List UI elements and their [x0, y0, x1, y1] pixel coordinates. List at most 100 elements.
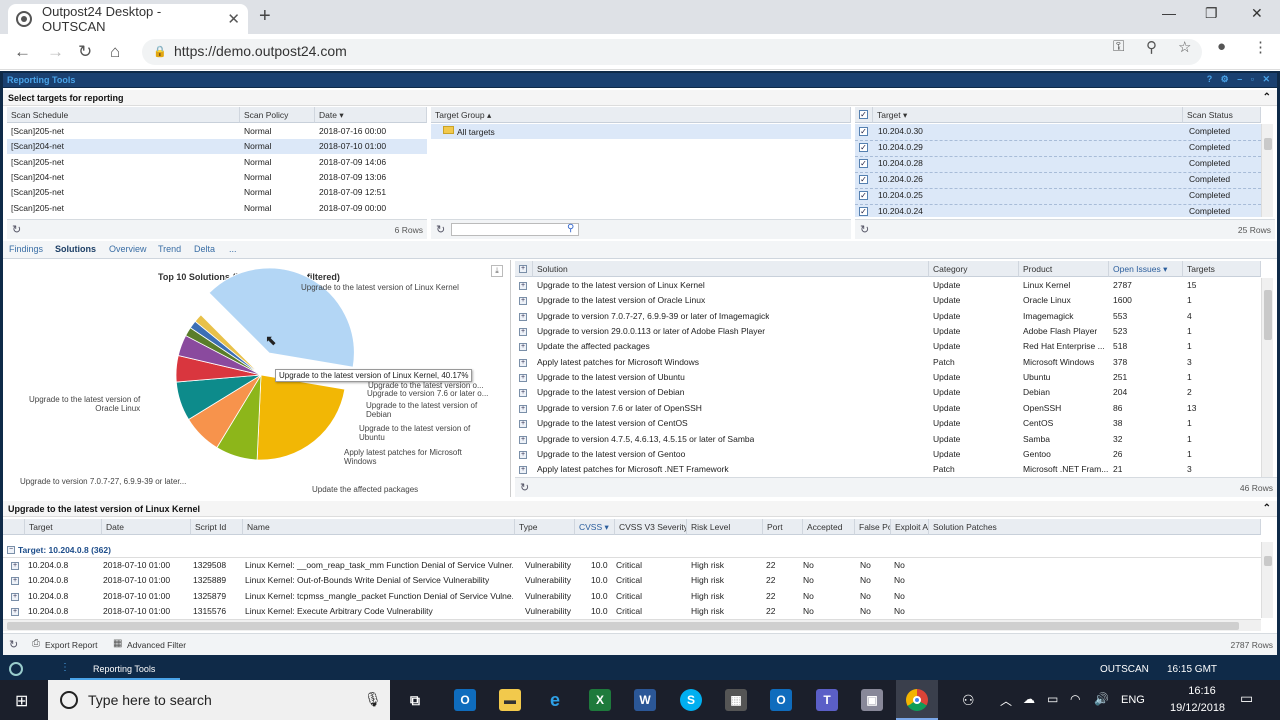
schedule-cell[interactable]: 2018-07-09 12:51 [319, 187, 386, 197]
schedule-cell[interactable]: [Scan]205-net [11, 187, 64, 197]
tab-findings[interactable]: Findings [9, 244, 43, 254]
tab-overview[interactable]: Overview [109, 244, 147, 254]
schedule-cell[interactable]: Normal [244, 187, 271, 197]
solution-name[interactable]: Upgrade to the latest version of Ubuntu [537, 372, 685, 382]
export-report-button[interactable]: Export Report [45, 640, 97, 650]
forward-icon[interactable]: → [47, 42, 64, 62]
collapse-icon[interactable]: ⌃ [1263, 503, 1271, 514]
search-icon[interactable]: ⚲ [567, 223, 574, 234]
profile-icon[interactable]: ● [1217, 38, 1226, 55]
solution-name[interactable]: Upgrade to the latest version of Gentoo [537, 449, 685, 459]
schedule-cell[interactable]: [Scan]204-net [11, 172, 64, 182]
file-explorer-icon[interactable]: ▬ [499, 689, 521, 711]
expand-row-icon[interactable]: + [11, 607, 19, 616]
tab-more[interactable]: ... [229, 244, 237, 254]
key-icon[interactable]: ⚿ [1113, 38, 1124, 55]
solution-name[interactable]: Upgrade to the latest version of Linux K… [537, 280, 705, 290]
col-product[interactable]: Product [1019, 261, 1109, 277]
target-ip[interactable]: 10.204.0.24 [878, 206, 923, 216]
expand-row-icon[interactable]: + [519, 450, 527, 459]
solution-name[interactable]: Upgrade to version 29.0.0.113 or later o… [537, 326, 765, 336]
findings-col-header[interactable]: Accepted [803, 519, 855, 535]
solution-name[interactable]: Upgrade to version 7.0.7-27, 6.9.9-39 or… [537, 311, 769, 321]
findings-col-header[interactable]: Target [25, 519, 102, 535]
task-view-icon[interactable]: ⧉ [404, 689, 426, 711]
browser-tab[interactable]: Outpost24 Desktop - OUTSCAN ✕ [8, 4, 248, 34]
refresh-icon[interactable]: ↻ [9, 638, 18, 651]
schedule-cell[interactable]: [Scan]205-net [11, 157, 64, 167]
teams-icon[interactable]: T [816, 689, 838, 711]
expand-row-icon[interactable]: + [519, 420, 527, 429]
target-checkbox[interactable]: ✓ [859, 159, 868, 168]
findings-col-header[interactable]: Date [102, 519, 191, 535]
col-scan-status[interactable]: Scan Status [1183, 107, 1261, 123]
back-icon[interactable]: ← [14, 42, 31, 62]
excel-icon[interactable]: X [589, 689, 611, 711]
taskbar-clock-date[interactable]: 19/12/2018 [1170, 702, 1225, 714]
microphone-icon[interactable]: 🎙 [364, 691, 382, 708]
col-solution[interactable]: Solution [533, 261, 929, 277]
findings-col-header[interactable]: Port [763, 519, 803, 535]
solution-name[interactable]: Upgrade to the latest version of Oracle … [537, 295, 705, 305]
tab-delta[interactable]: Delta [194, 244, 215, 254]
schedule-cell[interactable]: [Scan]205-net [11, 203, 64, 213]
close-tab-icon[interactable]: ✕ [227, 10, 240, 28]
expand-row-icon[interactable]: + [519, 404, 527, 413]
findings-col-header[interactable]: Type [515, 519, 575, 535]
col-target-group[interactable]: Target Group ▴ [431, 107, 851, 123]
expand-row-icon[interactable]: + [519, 328, 527, 337]
target-checkbox[interactable]: ✓ [859, 191, 868, 200]
tray-chevron-icon[interactable]: ︿ [1000, 692, 1012, 709]
target-ip[interactable]: 10.204.0.29 [878, 142, 923, 152]
col-scan-policy[interactable]: Scan Policy [240, 107, 315, 123]
expand-row-icon[interactable]: + [519, 297, 527, 306]
col-select-all[interactable]: ✓ [855, 107, 873, 123]
col-scan-schedule[interactable]: Scan Schedule [7, 107, 240, 123]
target-checkbox[interactable]: ✓ [859, 143, 868, 152]
expand-row-icon[interactable]: + [519, 312, 527, 321]
findings-col-header[interactable]: False Pos [855, 519, 891, 535]
refresh-icon[interactable]: ↻ [12, 223, 21, 236]
findings-col-header[interactable]: Script Id [191, 519, 243, 535]
expand-row-icon[interactable]: + [11, 577, 19, 586]
tab-trend[interactable]: Trend [158, 244, 181, 254]
findings-scrollbar[interactable] [1261, 542, 1273, 618]
minimize-icon[interactable]: — [1162, 5, 1176, 21]
solution-name[interactable]: Upgrade to the latest version of Debian [537, 387, 684, 397]
solution-name[interactable]: Apply latest patches for Microsoft Windo… [537, 357, 699, 367]
select-all-checkbox[interactable]: ✓ [859, 110, 868, 119]
findings-group-row[interactable]: − Target: 10.204.0.8 (362) [3, 543, 1261, 558]
refresh-icon[interactable]: ↻ [436, 223, 445, 236]
schedule-cell[interactable]: Normal [244, 141, 271, 151]
findings-col-header[interactable]: Name [243, 519, 515, 535]
col-date[interactable]: Date ▾ [315, 107, 427, 123]
col-open-issues[interactable]: Open Issues ▾ [1109, 261, 1183, 277]
taskbar-clock-time[interactable]: 16:16 [1172, 685, 1232, 697]
reload-icon[interactable]: ↻ [78, 42, 92, 62]
finding-name[interactable]: Linux Kernel: tcpmss_mangle_packet Funct… [245, 591, 513, 601]
collapse-icon[interactable]: ⌃ [1263, 92, 1271, 103]
windows-start-icon[interactable]: ⊞ [15, 691, 28, 711]
volume-icon[interactable]: 🔊 [1094, 692, 1109, 706]
chrome-icon[interactable] [906, 689, 928, 711]
solution-name[interactable]: Apply latest patches for Microsoft .NET … [537, 464, 729, 474]
taskbar-search-input[interactable]: Type here to search 🎙 [48, 680, 390, 720]
col-target[interactable]: Target ▾ [873, 107, 1183, 123]
bookmark-star-icon[interactable]: ☆ [1178, 38, 1191, 56]
onedrive-icon[interactable]: ☁ [1023, 692, 1035, 706]
target-checkbox[interactable]: ✓ [859, 175, 868, 184]
expand-row-icon[interactable]: + [519, 389, 527, 398]
findings-col-header[interactable]: Solution Patches [929, 519, 1261, 535]
expand-row-icon[interactable]: + [11, 562, 19, 570]
targets-scrollbar[interactable] [1261, 124, 1273, 217]
language-indicator[interactable]: ENG [1121, 694, 1145, 706]
group-all-targets[interactable]: All targets [457, 127, 495, 137]
schedule-cell[interactable]: 2018-07-09 00:00 [319, 203, 386, 213]
schedule-cell[interactable]: Normal [244, 157, 271, 167]
col-targets[interactable]: Targets [1183, 261, 1261, 277]
expand-row-icon[interactable]: + [519, 374, 527, 383]
expand-row-icon[interactable]: + [519, 435, 527, 444]
refresh-icon[interactable]: ↻ [520, 481, 529, 494]
findings-col-header[interactable]: Exploit A [891, 519, 929, 535]
schedule-cell[interactable]: 2018-07-09 14:06 [319, 157, 386, 167]
